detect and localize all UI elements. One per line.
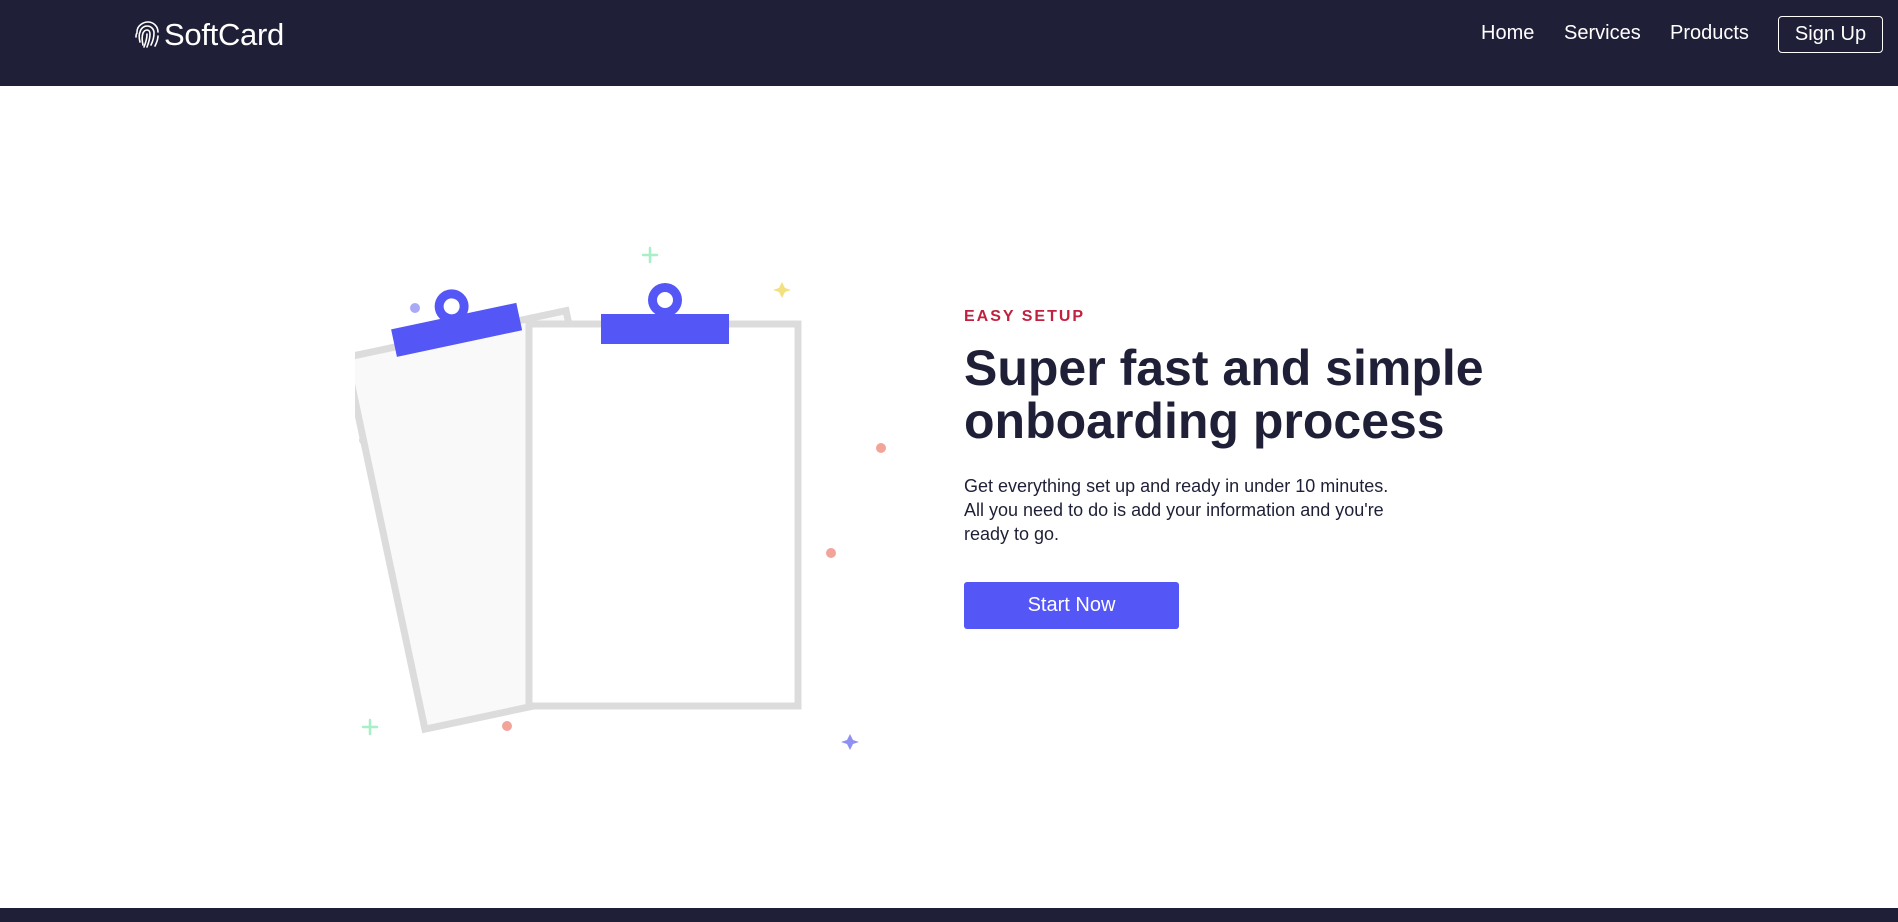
fingerprint-icon [134,20,160,50]
clipboards-illustration [341,240,895,760]
sign-up-button[interactable]: Sign Up [1778,16,1883,53]
nav-link-products[interactable]: Products [1670,22,1749,45]
nav-link-services[interactable]: Services [1564,22,1641,45]
footer-bar [0,908,1898,922]
nav-link-home[interactable]: Home [1481,22,1534,45]
hero-content: EASY SETUP Super fast and simple onboard… [964,308,1524,629]
logo-link[interactable]: SoftCard [134,17,284,52]
eyebrow-label: EASY SETUP [964,308,1086,325]
start-now-button[interactable]: Start Now [964,582,1179,629]
navbar: SoftCard Home Services Products Sign Up [0,0,1898,86]
hero-headline: Super fast and simple onboarding process [964,340,1484,449]
logo-text: SoftCard [164,17,284,52]
hero-description: Get everything set up and ready in under… [964,476,1389,544]
